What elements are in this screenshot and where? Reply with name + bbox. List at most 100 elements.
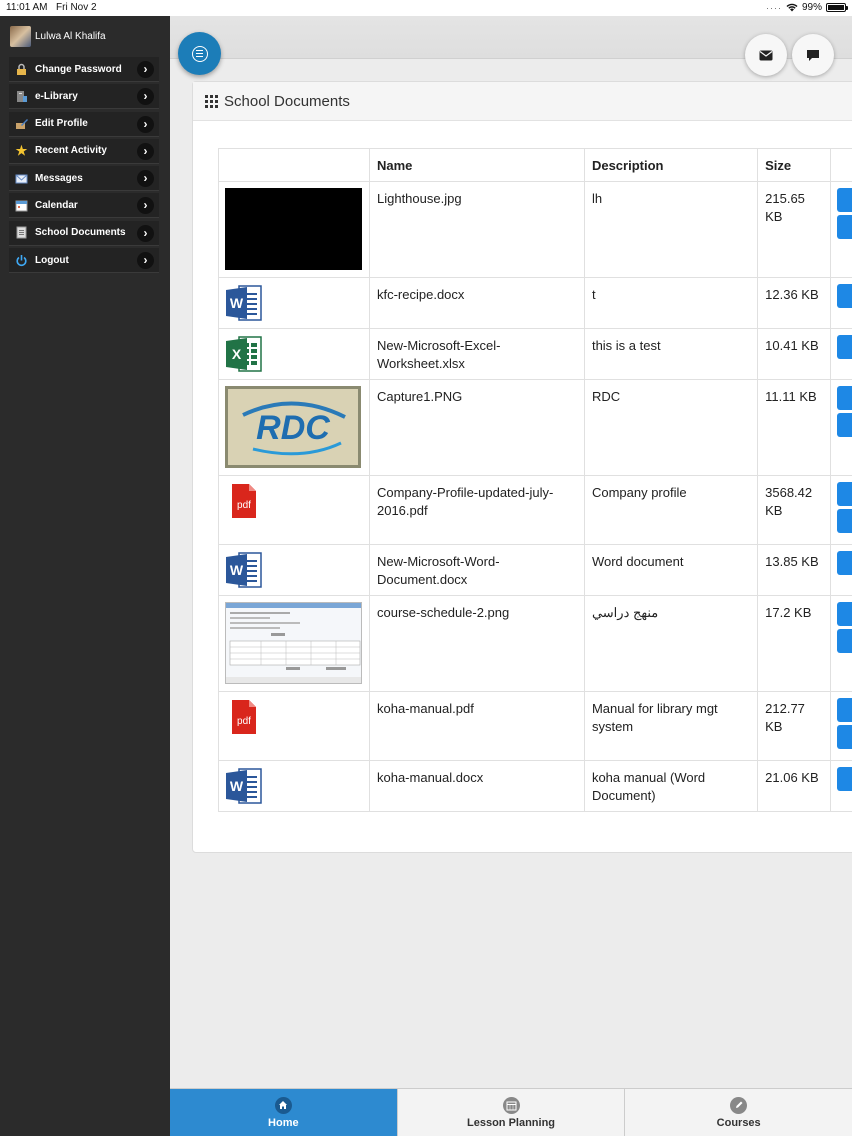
- grid-icon: [205, 94, 218, 108]
- menu-toggle-button[interactable]: [178, 32, 221, 75]
- image-thumbnail[interactable]: RDC: [225, 386, 361, 468]
- download-button[interactable]: [837, 188, 852, 212]
- file-description: منهج دراسي: [583, 595, 759, 692]
- pdf-file-icon[interactable]: pdf: [225, 698, 263, 736]
- user-profile[interactable]: Lulwa Al Khalifa: [10, 26, 106, 47]
- sidebar-item-e-library[interactable]: e-Library ›: [9, 84, 159, 110]
- download-button[interactable]: [837, 602, 852, 626]
- view-button[interactable]: [837, 215, 852, 239]
- sidebar-item-messages[interactable]: Messages ›: [9, 166, 159, 192]
- sidebar-item-label: Calendar: [35, 199, 78, 211]
- battery-percent: 99%: [801, 2, 822, 13]
- image-thumbnail[interactable]: [225, 602, 362, 684]
- edit-profile-icon: [15, 117, 28, 130]
- excel-file-icon[interactable]: X: [225, 335, 263, 373]
- rdc-logo-text: RDC: [256, 409, 330, 447]
- sidebar-item-label: Logout: [35, 254, 69, 266]
- sidebar-item-logout[interactable]: Logout ›: [9, 248, 159, 274]
- sidebar-item-recent-activity[interactable]: ★ Recent Activity ›: [9, 138, 159, 164]
- table-row: pdf Company-Profile-updated-july-2016.pd…: [218, 475, 852, 545]
- sidebar-item-label: Recent Activity: [35, 145, 107, 157]
- calendar-icon: [15, 199, 28, 212]
- sidebar-item-edit-profile[interactable]: Edit Profile ›: [9, 111, 159, 137]
- chevron-right-icon: ›: [137, 115, 154, 133]
- file-name[interactable]: New-Microsoft-Word-Document.docx: [368, 544, 585, 596]
- svg-text:W: W: [230, 562, 244, 578]
- sidebar-item-school-documents[interactable]: School Documents ›: [9, 220, 159, 246]
- actions-cell: [830, 760, 852, 812]
- download-button[interactable]: [837, 698, 852, 722]
- sidebar-item-label: Change Password: [35, 63, 122, 75]
- actions-cell: [830, 475, 852, 545]
- chat-button[interactable]: [792, 34, 834, 76]
- mail-button[interactable]: [745, 34, 787, 76]
- word-file-icon[interactable]: W: [225, 551, 263, 589]
- home-icon: [274, 1096, 292, 1114]
- file-description: Company profile: [583, 475, 759, 545]
- thumbnail-cell: W: [218, 760, 370, 812]
- file-name[interactable]: koha-manual.pdf: [368, 691, 585, 761]
- sidebar-item-change-password[interactable]: Change Password ›: [9, 57, 159, 82]
- file-description: Manual for library mgt system: [583, 691, 759, 761]
- sidebar-item-label: Messages: [35, 172, 83, 184]
- file-size: 11.11 KB: [757, 379, 832, 476]
- download-button[interactable]: [837, 551, 852, 575]
- chevron-right-icon: ›: [137, 252, 154, 270]
- lock-icon: [15, 63, 28, 76]
- envelope-icon: [759, 50, 773, 60]
- column-header-actions: [830, 148, 852, 182]
- sidebar-item-label: School Documents: [35, 227, 126, 239]
- file-name[interactable]: Lighthouse.jpg: [368, 181, 585, 278]
- tab-label: Courses: [716, 1116, 761, 1129]
- file-name[interactable]: New-Microsoft-Excel-Worksheet.xlsx: [368, 328, 585, 380]
- status-time: 11:01 AM: [6, 2, 48, 13]
- table-row: W kfc-recipe.docx t 12.36 KB: [218, 277, 852, 329]
- tab-courses[interactable]: Courses: [625, 1089, 852, 1136]
- chevron-right-icon: ›: [137, 197, 154, 215]
- tab-lesson-planning[interactable]: Lesson Planning: [398, 1089, 626, 1136]
- file-name[interactable]: Capture1.PNG: [368, 379, 585, 476]
- svg-text:W: W: [230, 778, 244, 794]
- sidebar-menu: Change Password › e-Library › Edit Profi…: [9, 57, 159, 275]
- actions-cell: [830, 328, 852, 380]
- table-row: pdf koha-manual.pdf Manual for library m…: [218, 691, 852, 761]
- chevron-right-icon: ›: [137, 142, 154, 160]
- download-button[interactable]: [837, 284, 852, 308]
- pdf-file-icon[interactable]: pdf: [225, 482, 263, 520]
- sidebar-item-calendar[interactable]: Calendar ›: [9, 193, 159, 219]
- sidebar: Lulwa Al Khalifa Change Password › e-Lib…: [0, 16, 170, 1136]
- thumbnail-cell: pdf: [218, 691, 370, 761]
- table-row: W koha-manual.docx koha manual (Word Doc…: [218, 760, 852, 812]
- download-button[interactable]: [837, 482, 852, 506]
- file-name[interactable]: Company-Profile-updated-july-2016.pdf: [368, 475, 585, 545]
- view-button[interactable]: [837, 413, 852, 437]
- word-file-icon[interactable]: W: [225, 284, 263, 322]
- file-size: 10.41 KB: [757, 328, 832, 380]
- school-documents-panel: School Documents Name Description Size L…: [192, 81, 852, 853]
- view-button[interactable]: [837, 725, 852, 749]
- svg-text:W: W: [230, 295, 244, 311]
- file-name[interactable]: kfc-recipe.docx: [368, 277, 585, 329]
- pencil-icon: [730, 1096, 748, 1114]
- status-right: ···· 99%: [766, 2, 848, 13]
- file-name[interactable]: course-schedule-2.png: [368, 595, 585, 692]
- file-size: 215.65 KB: [757, 181, 832, 278]
- wifi-icon: [786, 3, 798, 12]
- download-button[interactable]: [837, 386, 852, 410]
- download-button[interactable]: [837, 767, 852, 791]
- image-thumbnail[interactable]: [225, 188, 362, 270]
- chevron-right-icon: ›: [137, 88, 154, 106]
- sidebar-item-label: Edit Profile: [35, 118, 88, 130]
- file-name[interactable]: koha-manual.docx: [368, 760, 585, 812]
- download-button[interactable]: [837, 335, 852, 359]
- sidebar-item-label: e-Library: [35, 90, 78, 102]
- file-size: 13.85 KB: [757, 544, 832, 596]
- view-button[interactable]: [837, 509, 852, 533]
- page-title: School Documents: [224, 92, 350, 110]
- tab-home[interactable]: Home: [170, 1089, 398, 1136]
- word-file-icon[interactable]: W: [225, 767, 263, 805]
- view-button[interactable]: [837, 629, 852, 653]
- calendar-icon: [502, 1096, 520, 1114]
- mail-icon: [15, 172, 28, 185]
- file-description: lh: [583, 181, 759, 278]
